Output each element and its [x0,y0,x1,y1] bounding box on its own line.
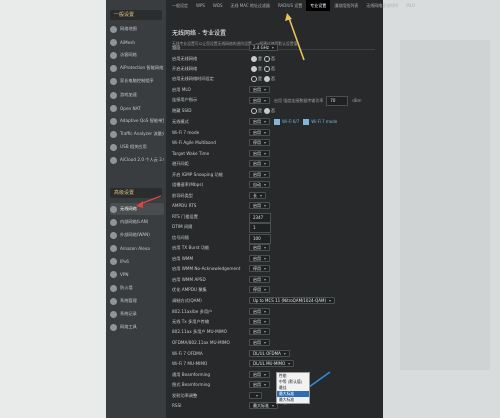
dropdown-option[interactable]: 最大标准 [277,397,309,403]
red-arrow-head [136,201,143,208]
open-select-dropdown[interactable]: 性能 中等 (默认值) 最佳 最大标准 最大标准 [276,372,310,404]
red-arrow [139,195,162,205]
yellow-arrow [288,17,305,61]
annotation-arrows [136,13,331,405]
yellow-arrow-head [285,13,292,21]
